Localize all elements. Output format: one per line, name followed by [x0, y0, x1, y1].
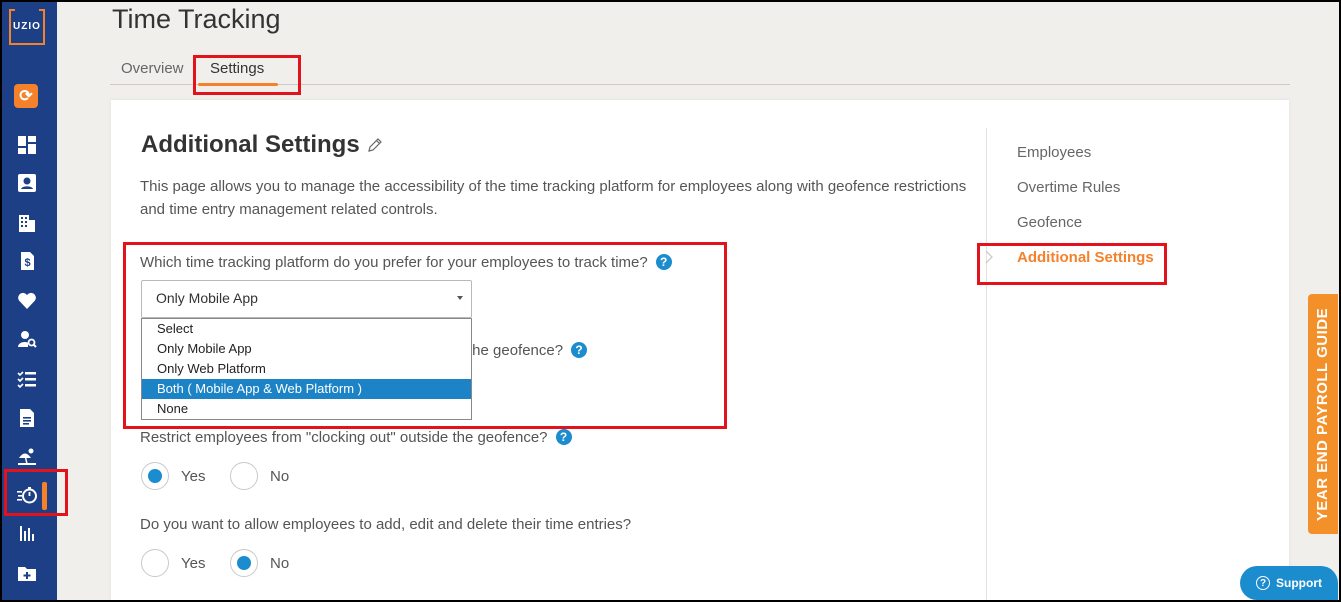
edit-entries-no-radio[interactable]: No [230, 549, 289, 577]
question-platform-text: Which time tracking platform do you pref… [140, 254, 648, 271]
caret-down-icon [457, 296, 463, 300]
sync-icon[interactable]: ⟳ [14, 84, 38, 108]
active-nav-indicator [42, 482, 47, 510]
page-title: Time Tracking [112, 4, 281, 34]
radio-label: Yes [181, 554, 206, 572]
question-platform: Which time tracking platform do you pref… [140, 254, 672, 271]
dropdown-option-highlighted[interactable]: Both ( Mobile App & Web Platform ) [142, 379, 471, 399]
dashboard-icon[interactable] [14, 134, 40, 156]
settings-card: Additional Settings This page allows you… [111, 100, 1289, 602]
help-icon[interactable]: ? [555, 429, 572, 445]
clock-out-yes-radio[interactable]: Yes [141, 462, 205, 490]
sidebar: UZIO ⟳ $ [2, 2, 57, 600]
platform-select-value: Only Mobile App [156, 290, 258, 306]
platform-dropdown-list: Select Only Mobile App Only Web Platform… [141, 318, 472, 420]
edit-entries-yes-radio[interactable]: Yes [141, 549, 205, 577]
user-search-icon[interactable] [14, 328, 40, 350]
radio-selected[interactable] [141, 462, 169, 490]
support-button[interactable]: ? Support [1240, 566, 1338, 600]
profile-icon[interactable] [14, 172, 40, 194]
reports-icon[interactable] [14, 522, 40, 544]
add-folder-icon[interactable] [14, 562, 40, 584]
document-icon[interactable] [14, 407, 40, 429]
time-tracking-icon[interactable] [14, 484, 40, 506]
radio-unselected[interactable] [141, 549, 169, 577]
pencil-icon[interactable] [367, 137, 383, 153]
dropdown-option[interactable]: None [142, 399, 471, 419]
question-clock-out: Restrict employees from "clocking out" o… [140, 429, 572, 446]
company-icon[interactable] [14, 212, 40, 234]
side-nav-employees[interactable]: Employees [1017, 144, 1091, 161]
help-icon[interactable]: ? [571, 342, 588, 358]
chevron-right-icon [985, 250, 993, 264]
dropdown-option[interactable]: Only Mobile App [142, 339, 471, 359]
uzio-logo[interactable]: UZIO [9, 9, 45, 45]
help-icon[interactable]: ? [655, 254, 672, 270]
payroll-icon[interactable]: $ [14, 250, 40, 272]
radio-label: No [270, 554, 290, 572]
question-clock-out-text: Restrict employees from "clocking out" o… [140, 429, 548, 446]
holiday-icon[interactable] [14, 445, 40, 467]
active-tab-underline [198, 83, 278, 86]
tab-bar: Overview Settings [110, 56, 1290, 86]
question-circle-icon: ? [1256, 576, 1270, 590]
vertical-divider [986, 128, 987, 602]
radio-selected[interactable] [230, 549, 258, 577]
year-end-payroll-guide-tab[interactable]: YEAR END PAYROLL GUIDE [1308, 294, 1338, 534]
side-nav-additional-settings[interactable]: Additional Settings [1017, 249, 1154, 266]
radio-unselected[interactable] [230, 462, 258, 490]
radio-label: No [270, 467, 290, 485]
dropdown-option[interactable]: Only Web Platform [142, 359, 471, 379]
side-nav-geofence[interactable]: Geofence [1017, 214, 1082, 231]
checklist-icon[interactable] [14, 368, 40, 390]
platform-select[interactable]: Only Mobile App [141, 280, 472, 318]
side-nav-overtime-rules[interactable]: Overtime Rules [1017, 179, 1120, 196]
section-title: Additional Settings [141, 131, 360, 158]
year-end-label: YEAR END PAYROLL GUIDE [1314, 307, 1332, 521]
question-edit-entries: Do you want to allow employees to add, e… [140, 516, 632, 533]
dropdown-option[interactable]: Select [142, 319, 471, 339]
radio-label: Yes [181, 467, 206, 485]
clock-out-no-radio[interactable]: No [230, 462, 289, 490]
section-description: This page allows you to manage the acces… [140, 178, 967, 218]
question-clock-in-text: the geofence? [468, 342, 564, 359]
benefits-icon[interactable] [14, 290, 40, 312]
tab-settings[interactable]: Settings [210, 60, 264, 77]
question-clock-in-partial: the geofence?? [468, 342, 588, 359]
tab-overview[interactable]: Overview [121, 60, 184, 77]
support-label: Support [1276, 576, 1322, 590]
svg-text:$: $ [24, 257, 30, 269]
